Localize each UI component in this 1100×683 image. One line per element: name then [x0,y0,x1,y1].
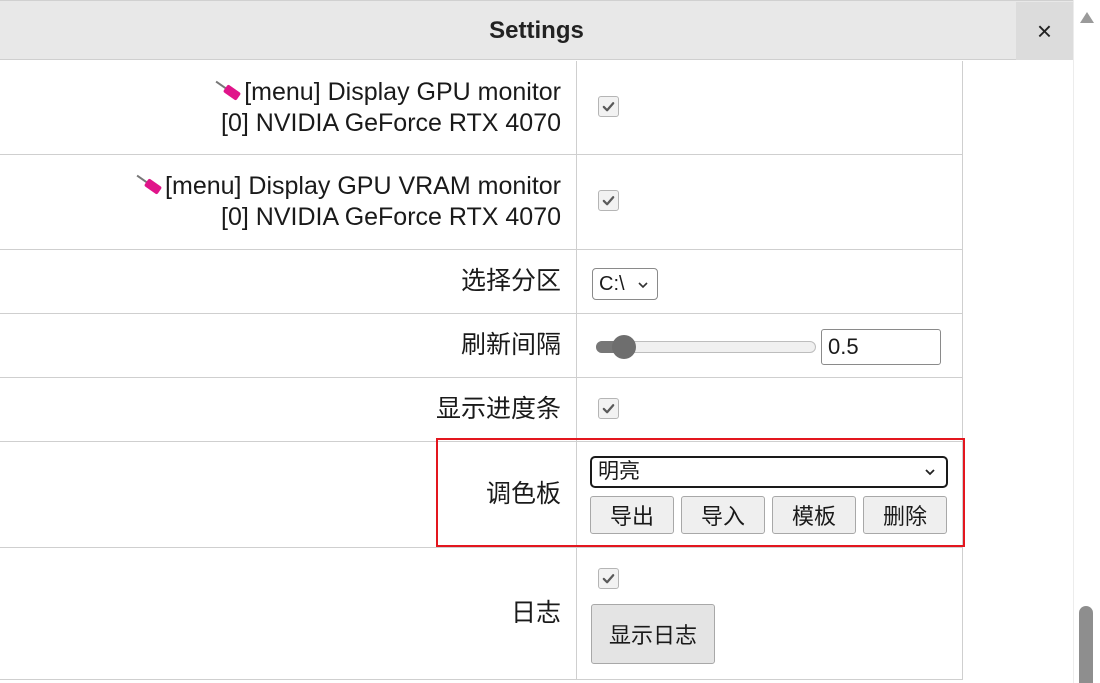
refresh-interval-label: 刷新间隔 [460,331,561,359]
close-icon: × [1036,15,1053,46]
chevron-down-icon [638,282,648,289]
log-label: 日志 [510,599,561,627]
template-button[interactable]: 模板 [772,496,856,534]
setting-value: C:\ [578,250,963,313]
progress-bar-checkbox[interactable] [598,398,619,419]
checkmark-icon [602,196,615,206]
slider-handle[interactable] [612,335,636,359]
checkmark-icon [602,404,615,414]
plug-icon [214,80,242,102]
setting-row-gpu-monitor: [menu] Display GPU monitor [0] NVIDIA Ge… [0,61,963,155]
partition-label: 选择分区 [460,267,561,295]
setting-row-progress-bar: 显示进度条 [0,378,963,442]
chevron-down-icon [925,469,935,476]
setting-label: 调色板 [0,442,577,547]
setting-row-refresh-interval: 刷新间隔 0.5 [0,314,963,378]
scrollbar-thumb[interactable] [1079,606,1093,683]
palette-select[interactable]: 明亮 [590,456,948,488]
plug-icon [135,174,163,196]
scroll-up-arrow-icon[interactable] [1080,12,1094,23]
checkmark-icon [602,102,615,112]
setting-label: 选择分区 [0,250,577,313]
progress-bar-label: 显示进度条 [435,395,561,423]
gpu-monitor-device: [0] NVIDIA GeForce RTX 4070 [221,108,561,137]
vram-monitor-device: [0] NVIDIA GeForce RTX 4070 [221,203,561,231]
settings-content: [menu] Display GPU monitor [0] NVIDIA Ge… [0,61,1073,683]
setting-label: 刷新间隔 [0,314,577,377]
export-button[interactable]: 导出 [590,496,674,534]
setting-row-vram-monitor: [menu] Display GPU VRAM monitor [0] NVID… [0,155,963,250]
import-button[interactable]: 导入 [681,496,765,534]
setting-value [578,378,963,441]
setting-row-palette: 调色板 明亮 导出 导入 模板 删除 [0,442,963,548]
setting-value: 明亮 导出 导入 模板 删除 [578,442,963,547]
setting-row-partition: 选择分区 C:\ [0,250,963,314]
delete-button[interactable]: 删除 [863,496,947,534]
show-log-button[interactable]: 显示日志 [591,604,715,664]
gpu-monitor-checkbox[interactable] [598,96,619,117]
close-button[interactable]: × [1016,2,1073,60]
setting-value: 0.5 [578,314,963,377]
checkmark-icon [602,574,615,584]
palette-value: 明亮 [598,460,640,483]
vram-monitor-label: [menu] Display GPU VRAM monitor [165,172,561,200]
vram-monitor-checkbox[interactable] [598,190,619,211]
scrollbar[interactable] [1073,0,1100,683]
partition-select[interactable]: C:\ [592,268,658,300]
palette-label: 调色板 [485,480,561,508]
log-checkbox[interactable] [598,568,619,589]
setting-row-log: 日志 显示日志 [0,548,963,680]
partition-value: C:\ [599,273,625,295]
setting-value [578,61,963,154]
gpu-monitor-label: [menu] Display GPU monitor [244,77,561,106]
setting-label: 显示进度条 [0,378,577,441]
window-title: Settings [489,17,584,44]
setting-label: [menu] Display GPU monitor [0] NVIDIA Ge… [0,61,577,154]
settings-table: [menu] Display GPU monitor [0] NVIDIA Ge… [0,61,963,680]
setting-label: [menu] Display GPU VRAM monitor [0] NVID… [0,155,577,249]
setting-label: 日志 [0,548,577,679]
refresh-interval-input[interactable]: 0.5 [821,329,941,365]
setting-value: 显示日志 [578,548,963,679]
title-bar: Settings × [0,0,1073,60]
setting-value [578,155,963,249]
